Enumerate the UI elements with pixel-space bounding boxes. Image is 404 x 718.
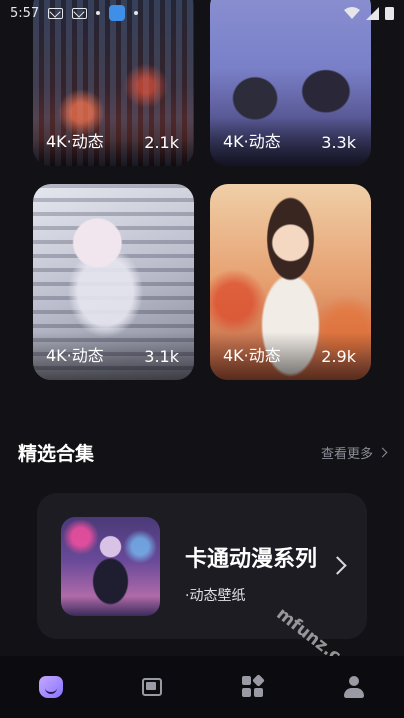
bottom-nav	[0, 656, 404, 718]
notification-dot-icon	[96, 11, 101, 15]
more-notifications-icon	[134, 11, 139, 15]
home-icon	[38, 676, 63, 698]
mail-icon	[48, 7, 64, 19]
wallpaper-icon	[141, 678, 162, 696]
collection-subtitle: ·动态壁纸	[185, 588, 246, 604]
chevron-right-icon	[377, 447, 388, 457]
wallpaper-resolution: 4K·动态	[223, 346, 281, 365]
wallpaper-count: 3.1k	[144, 347, 179, 366]
nav-categories[interactable]	[202, 656, 303, 718]
app-screen: 5:57 4K·动态 2.1k 4K·动态 3.3k 4K·动态 3.1k 4K…	[0, 0, 404, 718]
profile-icon	[343, 676, 364, 698]
battery-icon	[385, 7, 394, 20]
collection-thumbnail	[61, 517, 160, 616]
wallpaper-count: 2.1k	[144, 133, 179, 152]
wallpaper-card[interactable]: 4K·动态 3.1k	[33, 184, 194, 380]
section-title: 精选合集	[18, 442, 95, 465]
nav-profile[interactable]	[303, 656, 404, 718]
signal-icon	[366, 6, 379, 20]
wallpaper-resolution: 4K·动态	[223, 132, 281, 151]
featured-section-header: 精选合集 查看更多	[18, 438, 388, 466]
app-notification-icon	[109, 5, 126, 21]
collection-card[interactable]: 卡通动漫系列 ·动态壁纸	[37, 493, 367, 639]
view-more-link[interactable]: 查看更多	[320, 443, 388, 462]
category-icon	[241, 674, 265, 698]
status-time: 5:57	[10, 5, 40, 21]
chevron-right-icon	[328, 556, 347, 575]
view-more-label: 查看更多	[320, 446, 373, 462]
nav-home[interactable]	[0, 656, 101, 718]
wallpaper-count: 2.9k	[321, 347, 356, 366]
nav-wallpapers[interactable]	[101, 656, 202, 718]
wallpaper-resolution: 4K·动态	[46, 132, 104, 151]
wifi-icon	[344, 6, 360, 19]
status-bar: 5:57	[0, 0, 404, 26]
wallpaper-count: 3.3k	[321, 133, 356, 152]
wallpaper-card[interactable]: 4K·动态 2.9k	[210, 184, 371, 380]
mail-icon-2	[72, 7, 88, 19]
wallpaper-resolution: 4K·动态	[46, 346, 104, 365]
collection-title: 卡通动漫系列	[185, 547, 318, 572]
